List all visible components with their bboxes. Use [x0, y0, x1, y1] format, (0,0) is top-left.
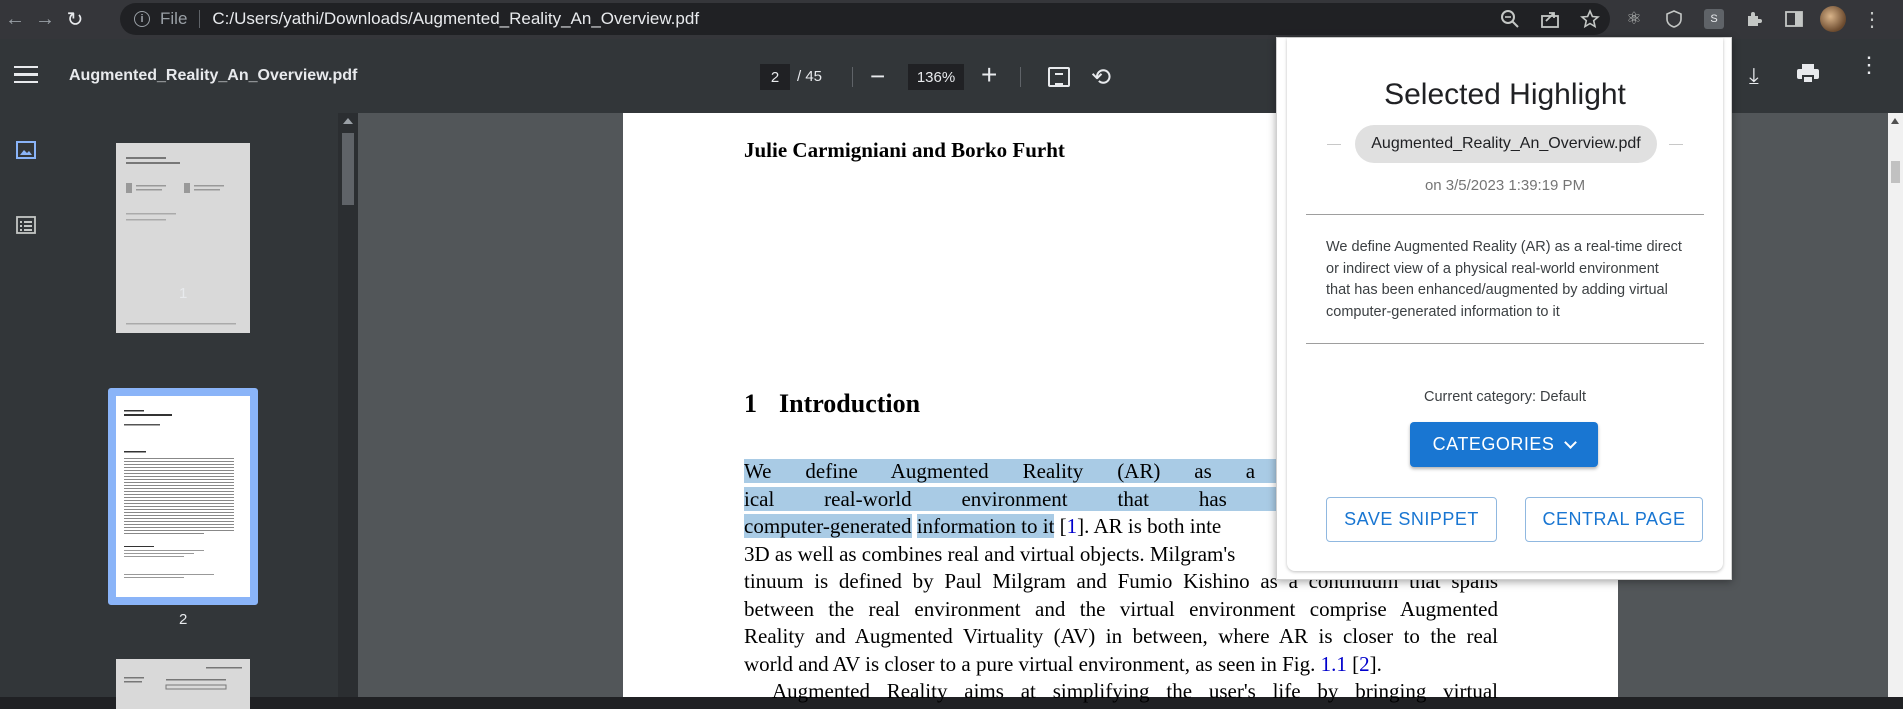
- divider: [1020, 67, 1021, 87]
- snippet-extension-icon[interactable]: S: [1700, 5, 1728, 33]
- browser-toolbar: ← → ↻ i File C:/Users/yathi/Downloads/Au…: [0, 0, 1903, 39]
- scroll-up-icon[interactable]: [1891, 118, 1899, 124]
- page-authors: Julie Carmigniani and Borko Furht: [744, 138, 1065, 162]
- bookmark-star-icon[interactable]: [1580, 9, 1600, 29]
- scroll-up-icon[interactable]: [343, 118, 353, 124]
- save-snippet-button[interactable]: SAVE SNIPPET: [1326, 497, 1497, 542]
- text-span: [: [1054, 514, 1067, 538]
- document-scrollbar[interactable]: [1888, 113, 1903, 697]
- back-icon[interactable]: ←: [0, 5, 30, 35]
- info-icon[interactable]: i: [134, 11, 150, 27]
- shield-icon[interactable]: [1660, 5, 1688, 33]
- print-icon[interactable]: [1797, 64, 1819, 84]
- zoom-level-input[interactable]: 136%: [908, 64, 964, 90]
- divider: [1669, 144, 1683, 145]
- browser-menu-icon[interactable]: ⋮: [1858, 5, 1886, 33]
- pdf-filename: Augmented_Reality_An_Overview.pdf: [69, 67, 358, 84]
- text-line: between the real environment and the vir…: [744, 596, 1498, 621]
- page-number-input[interactable]: 2: [760, 64, 790, 90]
- text-line: world and AV is closer to a pure virtual…: [744, 651, 1498, 679]
- highlight-quote: We define Augmented Reality (AR) as a re…: [1326, 239, 1682, 320]
- categories-button[interactable]: CATEGORIES: [1410, 422, 1598, 467]
- more-actions-icon[interactable]: ⋮: [1858, 54, 1880, 76]
- divider: [1306, 343, 1704, 344]
- thumbnail-pane: 1 2: [53, 113, 338, 709]
- section-heading: 1 Introduction: [744, 389, 920, 419]
- thumbnails-icon[interactable]: [16, 141, 36, 159]
- text-span: [912, 514, 917, 538]
- share-icon[interactable]: [1540, 9, 1560, 29]
- forward-icon[interactable]: →: [30, 5, 60, 35]
- fit-to-page-icon[interactable]: [1048, 67, 1070, 87]
- zoom-in-icon[interactable]: +: [981, 59, 997, 91]
- thumbnail-scrollbar[interactable]: [338, 113, 358, 697]
- selected-highlight-popup: Selected Highlight Augmented_Reality_An_…: [1276, 37, 1732, 580]
- download-icon[interactable]: ⤓: [1749, 63, 1759, 89]
- text-line: Reality and Augmented Virtuality (AV) in…: [744, 624, 1498, 648]
- highlight-date: on 3/5/2023 1:39:19 PM: [1424, 177, 1586, 194]
- scheme-label: File: [160, 9, 188, 28]
- scrollbar-thumb[interactable]: [342, 133, 354, 205]
- text-span: [: [1346, 651, 1360, 676]
- text-line: Augmented Reality aims at simplifying th…: [772, 679, 1498, 703]
- outline-icon[interactable]: [16, 216, 36, 234]
- thumbnail-label-2: 2: [179, 611, 188, 628]
- page-total: / 45: [797, 68, 823, 85]
- url-text[interactable]: C:/Users/yathi/Downloads/Augmented_Reali…: [212, 9, 699, 29]
- divider: [1306, 214, 1704, 215]
- text-span: ].: [1369, 651, 1382, 676]
- page-thumbnail-1[interactable]: [116, 143, 250, 333]
- section-title: Introduction: [779, 389, 921, 418]
- text-span: ]. AR is both inte: [1077, 514, 1222, 538]
- sidebar-rail: [0, 113, 53, 697]
- categories-label: CATEGORIES: [1432, 434, 1555, 454]
- highlighted-text[interactable]: information to it: [916, 514, 1055, 538]
- react-devtools-icon[interactable]: ⚛: [1620, 5, 1648, 33]
- profile-avatar[interactable]: [1820, 6, 1846, 32]
- page-thumbnail-2[interactable]: [116, 396, 250, 597]
- popup-title: Selected Highlight: [1384, 78, 1626, 111]
- file-chip[interactable]: Augmented_Reality_An_Overview.pdf: [1355, 125, 1657, 163]
- side-panel-icon[interactable]: [1780, 5, 1808, 33]
- text-span: world and AV is closer to a pure virtual…: [744, 651, 1321, 676]
- divider: [1327, 144, 1341, 145]
- zoom-out-icon[interactable]: −: [870, 61, 885, 92]
- chevron-down-icon: [1564, 435, 1578, 449]
- address-bar[interactable]: i File C:/Users/yathi/Downloads/Augmente…: [120, 3, 1610, 35]
- menu-icon[interactable]: [14, 66, 38, 86]
- page-thumbnail-3[interactable]: [116, 659, 250, 709]
- rotate-icon[interactable]: ⟲: [1091, 63, 1111, 92]
- current-category: Current category: Default: [1424, 389, 1586, 405]
- central-page-button[interactable]: CENTRAL PAGE: [1525, 497, 1703, 542]
- divider: [199, 10, 201, 28]
- citation-link[interactable]: 2: [1359, 652, 1370, 676]
- divider: [852, 67, 853, 87]
- thumbnail-label-1: 1: [179, 285, 188, 302]
- citation-link[interactable]: 1: [1067, 514, 1078, 538]
- zoom-icon[interactable]: [1500, 9, 1520, 29]
- reload-icon[interactable]: ↻: [60, 5, 90, 35]
- section-number: 1: [744, 389, 757, 418]
- scrollbar-thumb[interactable]: [1891, 161, 1900, 183]
- figure-link[interactable]: 1.1: [1321, 652, 1347, 676]
- highlighted-text[interactable]: computer-generated: [744, 514, 912, 538]
- extensions-puzzle-icon[interactable]: [1740, 5, 1768, 33]
